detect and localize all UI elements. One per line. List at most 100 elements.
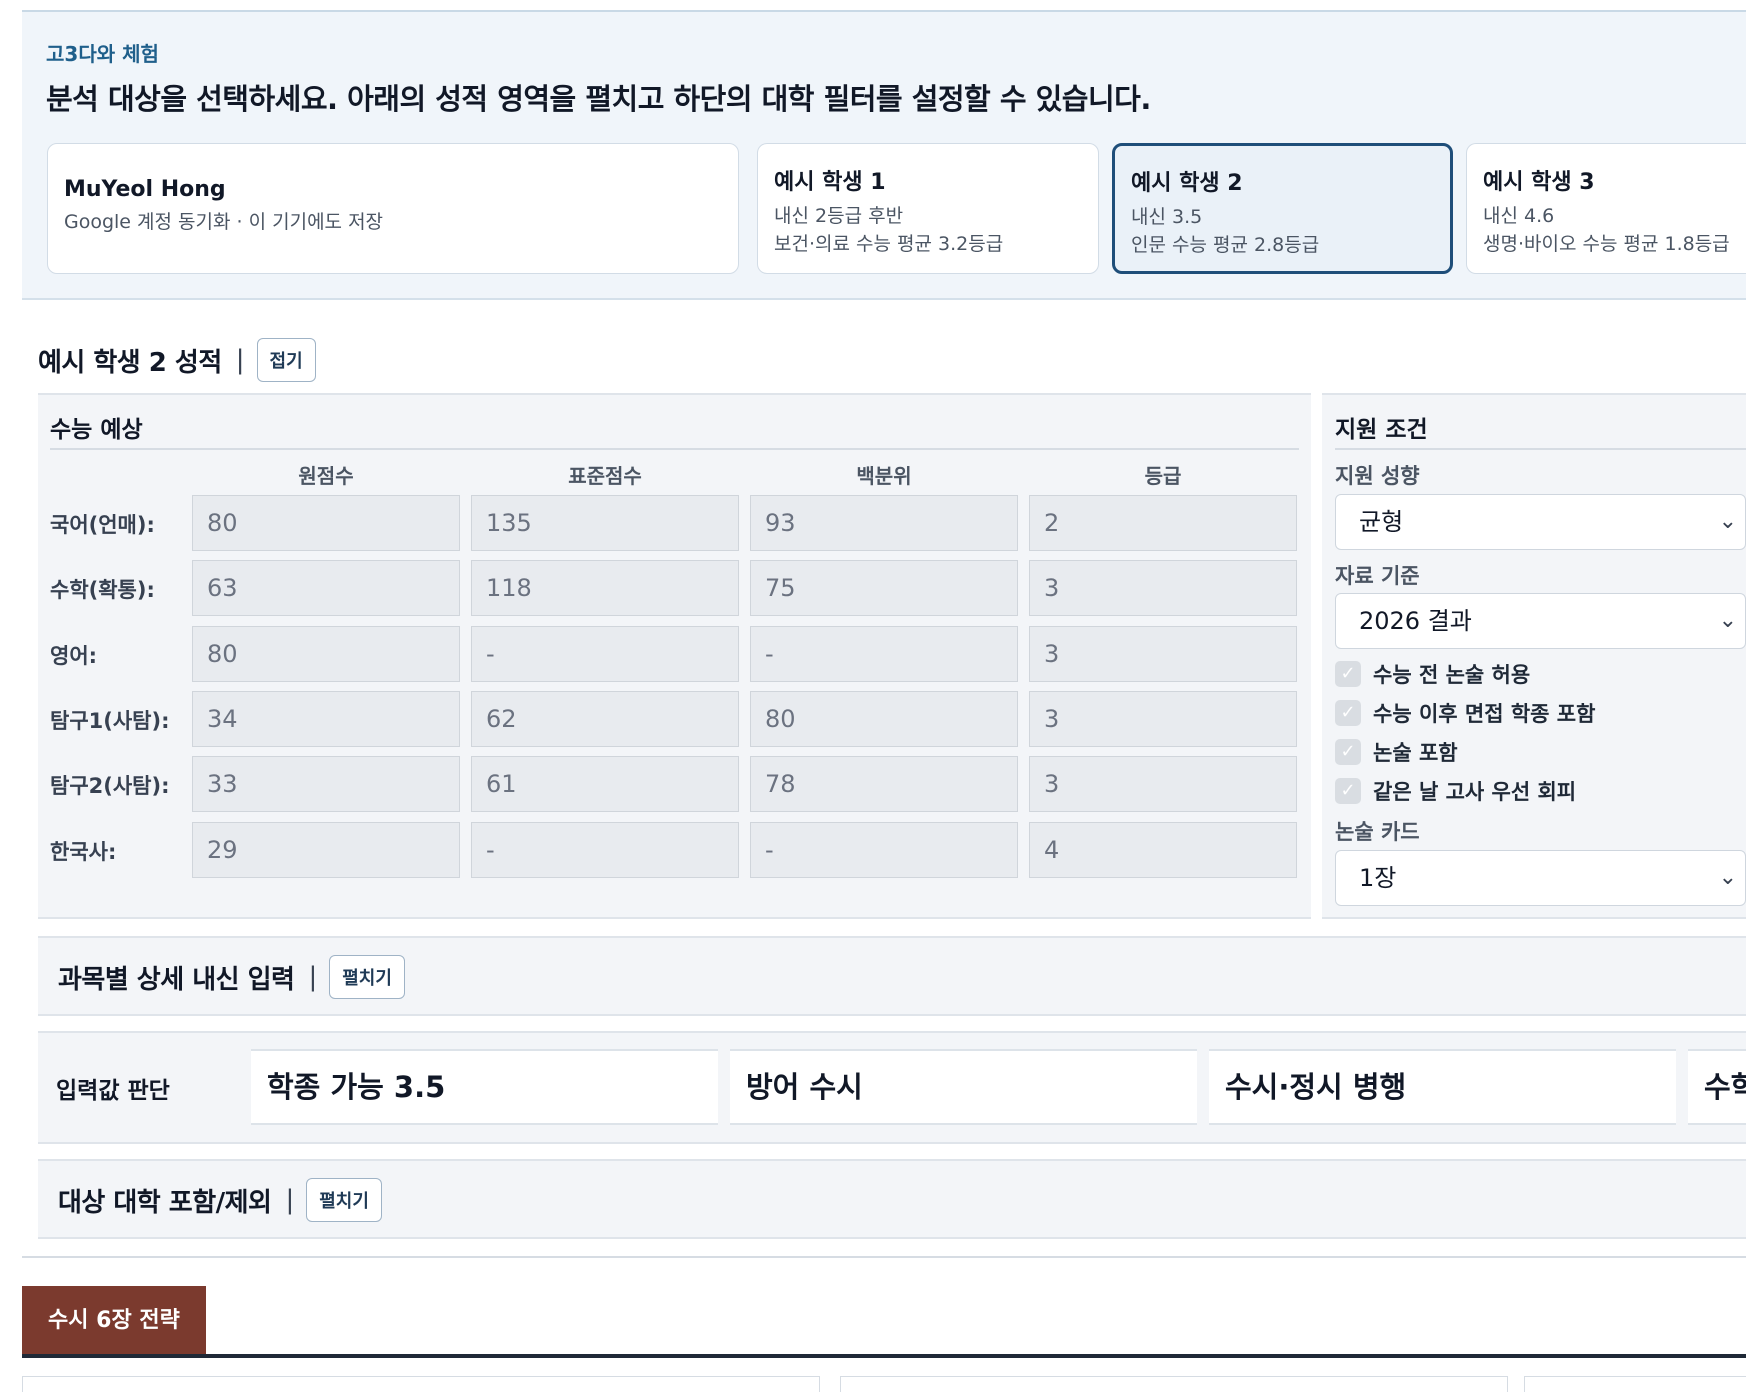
subject-label: 한국사:	[50, 840, 117, 864]
col-header-raw: 원점수	[298, 464, 354, 488]
header-separator: |	[308, 962, 318, 992]
student-card-myaccount[interactable]: MuYeol Hong Google 계정 동기화 · 이 기기에도 저장	[47, 143, 739, 274]
check-icon[interactable]: ✓	[1335, 661, 1361, 687]
csat-divider	[50, 448, 1299, 450]
student-card-name: 예시 학생 2	[1131, 171, 1243, 196]
check-icon[interactable]: ✓	[1335, 739, 1361, 765]
check-include-essay[interactable]: ✓ 논술 포함	[1335, 737, 1458, 767]
university-filter-header: 대상 대학 포함/제외 | 펼치기	[58, 1178, 382, 1222]
check-label: 같은 날 고사 우선 회피	[1373, 780, 1577, 804]
grades-header: 예시 학생 2 성적 | 접기	[38, 338, 316, 382]
judgement-item: 수학	[1688, 1049, 1746, 1125]
brand-label: 고3다와 체험	[46, 42, 159, 66]
strategy-card	[22, 1376, 820, 1392]
check-label: 수능 전 논술 허용	[1373, 663, 1531, 687]
student-card-detail: 내신 4.6	[1483, 205, 1555, 227]
basis-label: 자료 기준	[1335, 564, 1420, 588]
percentile-input[interactable]: 75	[750, 560, 1018, 616]
expand-detail-grades-button[interactable]: 펼치기	[329, 955, 405, 999]
student-card-detail: 보건·의료 수능 평균 3.2등급	[774, 233, 1004, 255]
check-label: 수능 이후 면접 학종 포함	[1373, 702, 1596, 726]
tab-underline	[22, 1354, 1746, 1358]
percentile-input[interactable]: 93	[750, 495, 1018, 551]
raw-score-input[interactable]: 29	[192, 822, 460, 878]
standard-score-input[interactable]: 62	[471, 691, 739, 747]
chevron-down-icon: ⌄	[1718, 865, 1737, 890]
percentile-input[interactable]: 78	[750, 756, 1018, 812]
standard-score-input[interactable]: -	[471, 626, 739, 682]
grade-input[interactable]: 3	[1029, 756, 1297, 812]
essay-card-value: 1장	[1359, 864, 1397, 892]
university-filter-title: 대상 대학 포함/제외	[58, 1187, 272, 1218]
subject-label: 국어(언매):	[50, 513, 155, 537]
standard-score-input[interactable]: 61	[471, 756, 739, 812]
judgement-label: 입력값 판단	[56, 1078, 170, 1104]
student-card-detail: 인문 수능 평균 2.8등급	[1131, 234, 1320, 256]
student-card-detail: 생명·바이오 수능 평균 1.8등급	[1483, 233, 1730, 255]
grades-title: 예시 학생 2 성적	[38, 347, 222, 378]
tendency-value: 균형	[1359, 508, 1404, 536]
strategy-card	[840, 1376, 1508, 1392]
raw-score-input[interactable]: 33	[192, 756, 460, 812]
subject-label: 탐구1(사탐):	[50, 709, 170, 733]
grade-input[interactable]: 3	[1029, 560, 1297, 616]
raw-score-input[interactable]: 80	[192, 495, 460, 551]
check-post-csat-interview[interactable]: ✓ 수능 이후 면접 학종 포함	[1335, 698, 1595, 728]
conditions-divider	[1335, 448, 1746, 450]
subject-label: 영어:	[50, 644, 98, 668]
student-card-sample-2[interactable]: 예시 학생 2 내신 3.5 인문 수능 평균 2.8등급	[1112, 143, 1453, 274]
percentile-input[interactable]: -	[750, 626, 1018, 682]
col-header-percentile: 백분위	[856, 464, 912, 488]
check-icon[interactable]: ✓	[1335, 778, 1361, 804]
tab-susi-6-strategy[interactable]: 수시 6장 전략	[22, 1286, 206, 1356]
judgement-item: 수시·정시 병행	[1209, 1049, 1676, 1125]
grade-input[interactable]: 3	[1029, 626, 1297, 682]
chevron-down-icon: ⌄	[1718, 509, 1737, 534]
judgement-item: 학종 가능 3.5	[251, 1049, 718, 1125]
student-card-detail: 내신 2등급 후반	[774, 205, 904, 227]
header-separator: |	[235, 345, 245, 375]
tendency-label: 지원 성향	[1335, 464, 1420, 488]
tendency-select[interactable]: 균형 ⌄	[1335, 494, 1746, 550]
essay-card-select[interactable]: 1장 ⌄	[1335, 850, 1746, 906]
student-card-sample-3[interactable]: 예시 학생 3 내신 4.6 생명·바이오 수능 평균 1.8등급	[1466, 143, 1746, 274]
percentile-input[interactable]: -	[750, 822, 1018, 878]
page-headline: 분석 대상을 선택하세요. 아래의 성적 영역을 펼치고 하단의 대학 필터를 …	[46, 82, 1151, 116]
check-pre-csat-essay[interactable]: ✓ 수능 전 논술 허용	[1335, 659, 1530, 689]
grade-input[interactable]: 2	[1029, 495, 1297, 551]
check-avoid-same-day[interactable]: ✓ 같은 날 고사 우선 회피	[1335, 776, 1576, 806]
basis-value: 2026 결과	[1359, 607, 1472, 635]
student-card-name: MuYeol Hong	[64, 177, 226, 202]
col-header-grade: 등급	[1144, 464, 1182, 488]
essay-card-label: 논술 카드	[1335, 820, 1420, 844]
subject-label: 탐구2(사탐):	[50, 774, 170, 798]
raw-score-input[interactable]: 34	[192, 691, 460, 747]
col-header-standard: 표준점수	[568, 464, 642, 488]
student-card-name: 예시 학생 3	[1483, 170, 1595, 195]
chevron-down-icon: ⌄	[1718, 608, 1737, 633]
grade-input[interactable]: 4	[1029, 822, 1297, 878]
raw-score-input[interactable]: 63	[192, 560, 460, 616]
percentile-input[interactable]: 80	[750, 691, 1018, 747]
collapse-grades-button[interactable]: 접기	[256, 338, 316, 382]
basis-select[interactable]: 2026 결과 ⌄	[1335, 593, 1746, 649]
student-card-detail: Google 계정 동기화 · 이 기기에도 저장	[64, 211, 384, 233]
grade-input[interactable]: 3	[1029, 691, 1297, 747]
student-card-name: 예시 학생 1	[774, 170, 886, 195]
section-divider	[22, 1256, 1746, 1258]
detail-grades-header: 과목별 상세 내신 입력 | 펼치기	[58, 955, 405, 999]
standard-score-input[interactable]: 135	[471, 495, 739, 551]
standard-score-input[interactable]: 118	[471, 560, 739, 616]
student-card-detail: 내신 3.5	[1131, 206, 1203, 228]
judgement-item: 방어 수시	[730, 1049, 1197, 1125]
header-separator: |	[285, 1185, 295, 1215]
standard-score-input[interactable]: -	[471, 822, 739, 878]
expand-university-filter-button[interactable]: 펼치기	[306, 1178, 382, 1222]
check-icon[interactable]: ✓	[1335, 700, 1361, 726]
raw-score-input[interactable]: 80	[192, 626, 460, 682]
check-label: 논술 포함	[1373, 741, 1458, 765]
conditions-title: 지원 조건	[1335, 417, 1428, 443]
student-card-sample-1[interactable]: 예시 학생 1 내신 2등급 후반 보건·의료 수능 평균 3.2등급	[757, 143, 1099, 274]
subject-label: 수학(확통):	[50, 578, 155, 602]
detail-grades-title: 과목별 상세 내신 입력	[58, 964, 295, 995]
